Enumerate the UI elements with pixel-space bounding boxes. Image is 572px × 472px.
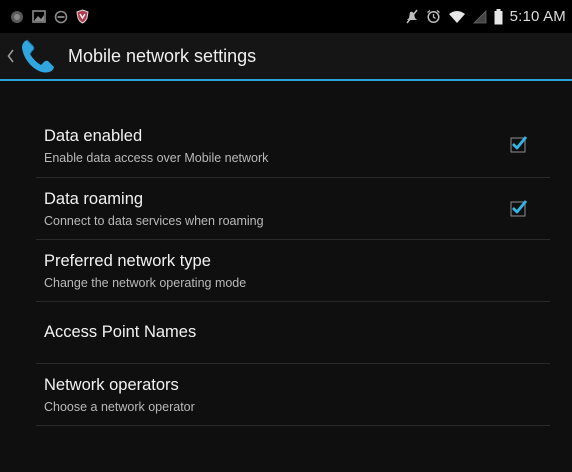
pref-title: Data enabled (44, 127, 143, 145)
pref-preferred-network-type[interactable]: Preferred network type Change the networ… (36, 239, 550, 302)
pref-data-roaming[interactable]: Data roaming Connect to data services wh… (36, 177, 550, 240)
android-icon (10, 10, 24, 24)
image-notification-icon (32, 10, 46, 23)
action-bar: Mobile network settings (0, 33, 572, 81)
data-roaming-checkbox[interactable] (510, 199, 528, 217)
pref-title: Preferred network type (44, 252, 211, 270)
pref-summary: Choose a network operator (44, 400, 195, 414)
phone-icon[interactable] (16, 34, 60, 78)
pref-title: Access Point Names (44, 323, 197, 341)
shield-icon (76, 9, 89, 24)
pref-summary: Change the network operating mode (44, 276, 247, 290)
pref-summary: Connect to data services when roaming (44, 214, 264, 228)
status-bar: 5:10 AM (0, 0, 572, 33)
system-icons: 5:10 AM (405, 8, 566, 25)
pref-access-point-names[interactable]: Access Point Names (36, 301, 550, 364)
battery-icon (494, 8, 503, 25)
page-title: Mobile network settings (68, 45, 257, 66)
screen: 5:10 AM Mobile network settings Data ena… (0, 0, 572, 472)
pref-data-enabled[interactable]: Data enabled Enable data access over Mob… (36, 107, 550, 178)
pref-summary: Enable data access over Mobile network (44, 151, 269, 165)
signal-icon (472, 9, 487, 24)
wifi-icon (448, 10, 466, 24)
pref-title: Data roaming (44, 190, 144, 208)
mute-icon (405, 9, 419, 24)
alarm-icon (426, 9, 441, 24)
notification-icons (10, 9, 89, 24)
pref-network-operators[interactable]: Network operators Choose a network opera… (36, 363, 550, 426)
clock: 5:10 AM (509, 8, 566, 25)
pref-title: Network operators (44, 376, 179, 394)
blocked-icon (54, 10, 68, 24)
data-enabled-checkbox[interactable] (510, 135, 528, 153)
